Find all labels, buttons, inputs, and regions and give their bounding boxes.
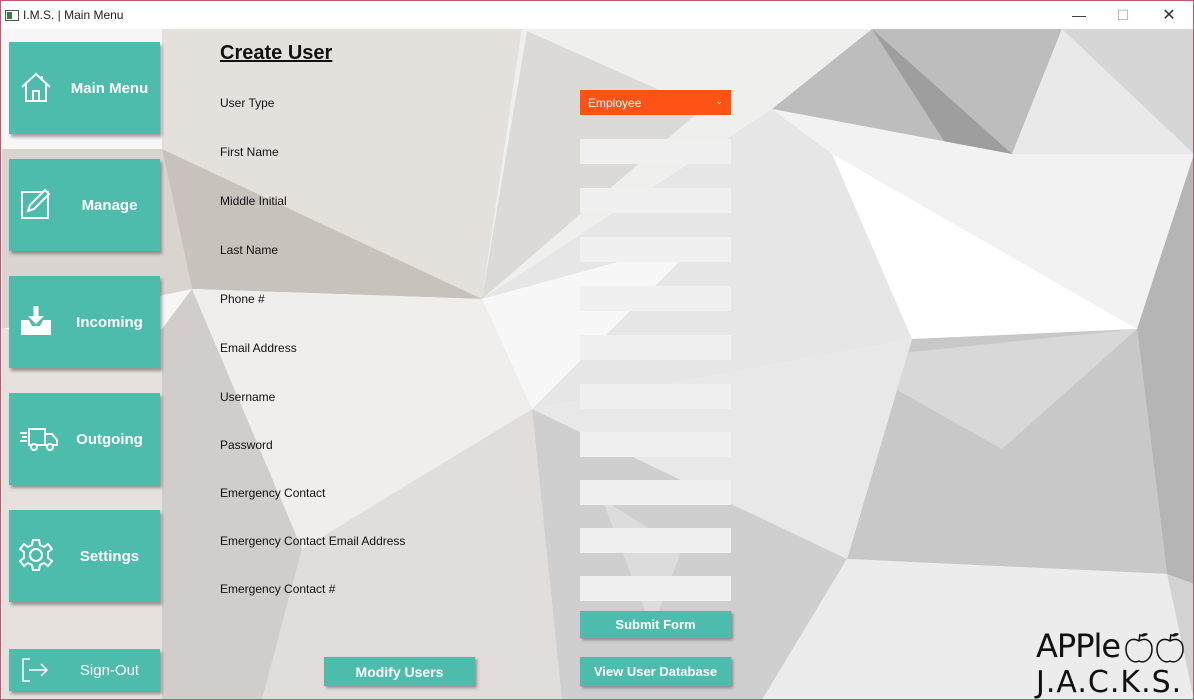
logo-line-1: APPle xyxy=(1036,627,1121,665)
sidebar-item-label: Settings xyxy=(79,547,140,565)
email-field[interactable] xyxy=(580,335,731,360)
user-type-value: Employee xyxy=(588,95,642,110)
modify-users-button[interactable]: Modify Users xyxy=(324,657,475,686)
app-icon xyxy=(5,10,19,21)
sidebar-item-label: Main Menu xyxy=(70,79,149,97)
phone-label: Phone # xyxy=(220,292,265,306)
edit-icon xyxy=(19,187,53,221)
close-button[interactable]: ✕ xyxy=(1147,1,1191,29)
emergency-email-field[interactable] xyxy=(580,528,731,553)
sign-out-icon xyxy=(21,657,49,683)
title-bar: I.M.S. | Main Menu — ☐ ✕ xyxy=(1,1,1193,29)
home-icon xyxy=(19,70,53,104)
sidebar-item-label: Outgoing xyxy=(76,430,143,448)
view-user-database-button[interactable]: View User Database xyxy=(580,657,731,686)
sign-out-label: Sign-Out xyxy=(79,661,140,679)
page-title: Create User xyxy=(220,42,333,64)
first-name-field[interactable] xyxy=(580,139,731,164)
emergency-contact-label: Emergency Contact xyxy=(220,486,326,500)
gear-icon xyxy=(19,538,53,572)
last-name-field[interactable] xyxy=(580,237,731,262)
emergency-email-label: Emergency Contact Email Address xyxy=(220,534,406,548)
delivery-truck-icon xyxy=(19,421,59,455)
sign-out-button[interactable]: Sign-Out xyxy=(9,649,160,691)
user-type-select[interactable]: Employee ⌄ xyxy=(580,90,731,115)
sidebar-item-settings[interactable]: Settings xyxy=(9,510,160,602)
last-name-label: Last Name xyxy=(220,243,279,257)
emergency-phone-field[interactable] xyxy=(580,576,731,601)
app-window: I.M.S. | Main Menu — ☐ ✕ Main Menu Manag… xyxy=(0,0,1194,700)
chevron-down-icon: ⌄ xyxy=(715,96,723,106)
password-label: Password xyxy=(220,438,273,452)
sidebar-item-manage[interactable]: Manage xyxy=(9,159,160,251)
maximize-button[interactable]: ☐ xyxy=(1101,1,1145,29)
apple-jacks-logo: APPle J.A.C.K.S. xyxy=(1036,627,1186,699)
logo-line-2: J.A.C.K.S. xyxy=(1036,665,1183,700)
sidebar-item-label: Manage xyxy=(81,196,138,214)
main-content: Main Menu Manage Incoming Outgoing Setti… xyxy=(2,29,1193,699)
window-title: I.M.S. | Main Menu xyxy=(23,8,124,22)
username-label: Username xyxy=(220,390,276,404)
first-name-label: First Name xyxy=(220,145,279,159)
user-type-label: User Type xyxy=(220,96,275,110)
emergency-contact-field[interactable] xyxy=(580,480,731,505)
submit-form-button[interactable]: Submit Form xyxy=(580,611,731,638)
phone-field[interactable] xyxy=(580,286,731,311)
email-label: Email Address xyxy=(220,341,297,355)
sidebar-item-label: Incoming xyxy=(76,313,143,331)
sidebar-item-incoming[interactable]: Incoming xyxy=(9,276,160,368)
inbox-download-icon xyxy=(19,304,53,338)
username-field[interactable] xyxy=(580,384,731,409)
middle-initial-label: Middle Initial xyxy=(220,194,287,208)
password-field[interactable] xyxy=(580,432,731,457)
apples-icon xyxy=(1125,633,1184,663)
sidebar-item-main-menu[interactable]: Main Menu xyxy=(9,42,160,134)
sidebar-item-outgoing[interactable]: Outgoing xyxy=(9,393,160,485)
middle-initial-field[interactable] xyxy=(580,188,731,213)
emergency-phone-label: Emergency Contact # xyxy=(220,582,336,596)
minimize-button[interactable]: — xyxy=(1057,1,1101,29)
